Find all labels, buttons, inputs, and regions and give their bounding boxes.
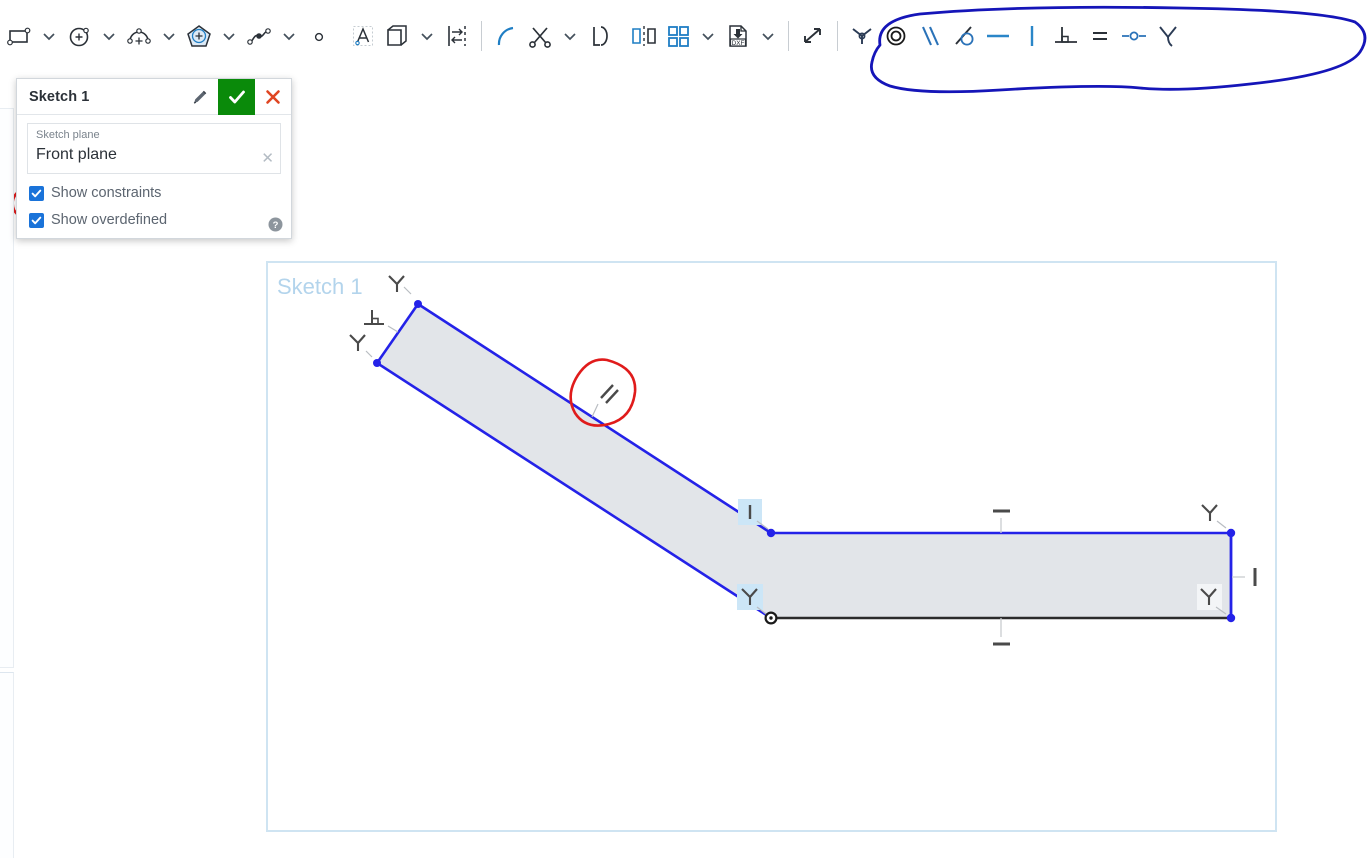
- left-dock-rail[interactable]: [0, 108, 14, 668]
- constraint-coincident-right-top[interactable]: [1202, 505, 1226, 528]
- horizontal-icon[interactable]: [981, 14, 1015, 58]
- toolbar-separator: [481, 21, 482, 51]
- constraint-perpendicular[interactable]: [364, 310, 398, 332]
- svg-text:DXF: DXF: [732, 40, 745, 47]
- text-icon[interactable]: [346, 14, 380, 58]
- constraint-coincident-right-bottom[interactable]: [1197, 584, 1226, 614]
- polygon-icon[interactable]: [182, 14, 216, 58]
- point-icon[interactable]: [302, 14, 336, 58]
- constraint-vertical-right[interactable]: [1232, 568, 1255, 586]
- mirror-icon[interactable]: [627, 14, 661, 58]
- vertical-icon[interactable]: [1015, 14, 1049, 58]
- sketch-toolbar: DXF: [0, 0, 1368, 72]
- constraint-vertical-mid[interactable]: [738, 499, 768, 529]
- checkmark-icon[interactable]: [218, 79, 255, 115]
- parallel-icon[interactable]: [913, 14, 947, 58]
- arc-icon[interactable]: [122, 14, 156, 58]
- dxf-import-icon[interactable]: DXF: [721, 14, 755, 58]
- chevron-down-icon[interactable]: [156, 14, 182, 58]
- clear-x-icon[interactable]: ✕: [261, 151, 274, 166]
- constraint-coincident-left[interactable]: [350, 335, 372, 357]
- perpendicular-icon[interactable]: [1049, 14, 1083, 58]
- circle-icon[interactable]: [62, 14, 96, 58]
- constraint-coincident-top[interactable]: [389, 276, 411, 294]
- vertex-left[interactable]: [373, 359, 381, 367]
- help-icon[interactable]: ?: [268, 217, 283, 232]
- show-overdefined-checkbox[interactable]: [29, 213, 44, 228]
- vertex-mid-upper[interactable]: [767, 529, 775, 537]
- constraint-horizontal-bottom[interactable]: [993, 618, 1010, 644]
- extend-icon[interactable]: [583, 14, 617, 58]
- rectangle-icon[interactable]: [2, 14, 36, 58]
- sketch-plane-label: Sketch plane: [36, 128, 272, 143]
- vertex-right-bottom[interactable]: [1227, 614, 1235, 622]
- checkbox-row-show-overdefined[interactable]: Show overdefined: [27, 212, 281, 228]
- equal-icon[interactable]: [1083, 14, 1117, 58]
- edge-lower-diagonal[interactable]: [377, 363, 771, 618]
- trim-icon[interactable]: [523, 14, 557, 58]
- dialog-title: Sketch 1: [17, 89, 182, 105]
- sketch-plane-field[interactable]: Sketch plane Front plane ✕: [27, 123, 281, 174]
- midpoint-icon[interactable]: [1117, 14, 1151, 58]
- svg-text:?: ?: [273, 220, 279, 231]
- toolbar-separator: [788, 21, 789, 51]
- vertex-right-top[interactable]: [1227, 529, 1235, 537]
- show-constraints-checkbox[interactable]: [29, 186, 44, 201]
- tangent-icon[interactable]: [947, 14, 981, 58]
- constraint-parallel[interactable]: [592, 385, 618, 417]
- pencil-icon[interactable]: [182, 79, 218, 115]
- use-projection-icon[interactable]: [380, 14, 414, 58]
- show-overdefined-label: Show overdefined: [51, 212, 167, 228]
- dialog-header: Sketch 1: [17, 79, 291, 115]
- left-dock-rail-lower[interactable]: [0, 672, 14, 858]
- app-root: DXF: [0, 0, 1368, 858]
- close-x-icon[interactable]: [255, 79, 291, 115]
- checkbox-row-show-constraints[interactable]: Show constraints: [27, 185, 281, 201]
- chevron-down-icon[interactable]: [36, 14, 62, 58]
- chevron-down-icon[interactable]: [276, 14, 302, 58]
- sketch-canvas-label: Sketch 1: [277, 274, 363, 299]
- pattern-icon[interactable]: [661, 14, 695, 58]
- chevron-down-icon[interactable]: [216, 14, 242, 58]
- origin-point-center: [769, 616, 772, 619]
- chevron-down-icon[interactable]: [414, 14, 440, 58]
- sketch-profile-fill: [377, 304, 1231, 618]
- show-constraints-label: Show constraints: [51, 185, 161, 201]
- dialog-body: Sketch plane Front plane ✕ Show constrai…: [17, 115, 291, 238]
- chevron-down-icon[interactable]: [755, 14, 781, 58]
- coincident-icon[interactable]: [845, 14, 879, 58]
- vertex-top[interactable]: [414, 300, 422, 308]
- spline-icon[interactable]: [242, 14, 276, 58]
- chevron-down-icon[interactable]: [96, 14, 122, 58]
- fillet-icon[interactable]: [489, 14, 523, 58]
- symmetric-icon[interactable]: [1151, 14, 1185, 58]
- offset-icon[interactable]: [440, 14, 474, 58]
- constraint-coincident-origin[interactable]: [737, 584, 766, 614]
- constraint-horizontal-top[interactable]: [993, 511, 1010, 533]
- dimension-icon[interactable]: [796, 14, 830, 58]
- chevron-down-icon[interactable]: [557, 14, 583, 58]
- toolbar-separator: [837, 21, 838, 51]
- chevron-down-icon[interactable]: [695, 14, 721, 58]
- sketch-dialog[interactable]: Sketch 1 Sketch plane: [16, 78, 292, 239]
- concentric-icon[interactable]: [879, 14, 913, 58]
- sketch-plane-value: Front plane: [36, 143, 272, 167]
